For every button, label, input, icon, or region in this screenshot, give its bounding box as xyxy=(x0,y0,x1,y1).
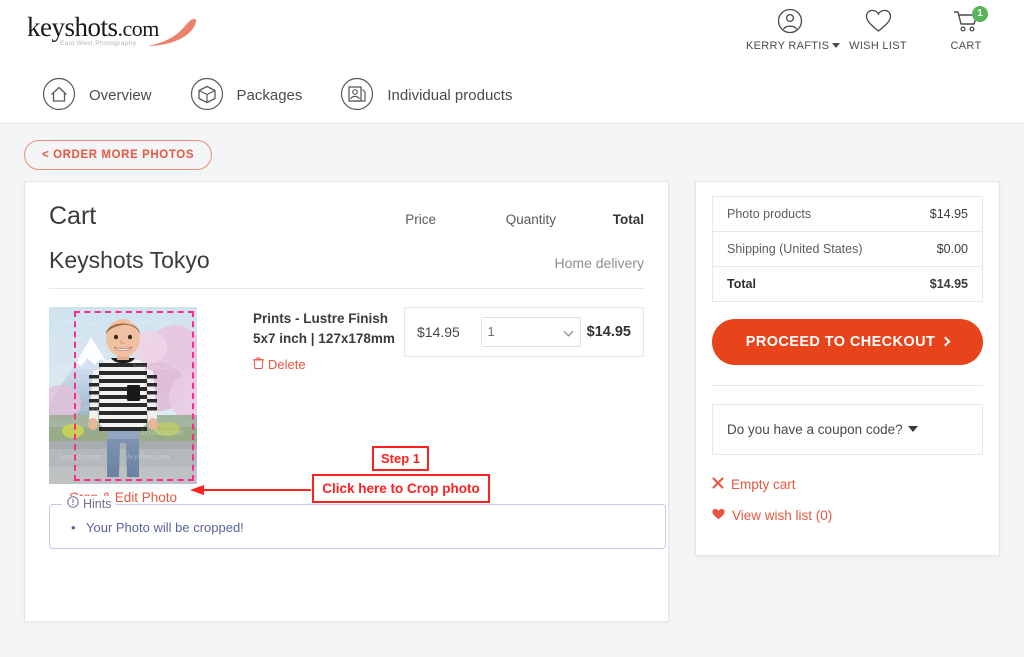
order-more-photos-button[interactable]: < ORDER MORE PHOTOS xyxy=(24,140,213,170)
item-photo-wrap: keyshots.com keyshots.com keyshots.com k… xyxy=(49,307,197,505)
summary-value: $14.95 xyxy=(929,277,968,291)
summary-value: $0.00 xyxy=(936,242,968,256)
line-total: $14.95 xyxy=(586,324,631,340)
svg-text:keyshots.com: keyshots.com xyxy=(127,452,170,461)
quantity-select[interactable]: 1 xyxy=(480,317,581,347)
column-header-quantity: Quantity xyxy=(505,212,556,227)
shopping-cart-icon xyxy=(922,8,1010,36)
photo-stack-icon xyxy=(340,77,374,114)
empty-cart-link[interactable]: Empty cart xyxy=(712,477,983,492)
column-header-price: Price xyxy=(405,212,436,227)
annotation-step-label: Step 1 xyxy=(372,446,429,471)
account-menu[interactable]: KERRY RAFTIS xyxy=(746,8,841,52)
info-circle-icon xyxy=(67,496,79,511)
site-header: keyshots.com East West Photography KERRY… xyxy=(0,0,1024,68)
nav-item-overview[interactable]: Overview xyxy=(42,77,152,114)
delivery-method: Home delivery xyxy=(554,255,644,271)
cart-header-row: Cart Price Quantity Total xyxy=(49,202,644,235)
view-wish-list-label: View wish list (0) xyxy=(732,508,833,523)
cart-count-badge: 1 xyxy=(972,6,988,22)
box-icon xyxy=(190,77,224,114)
checkout-label: PROCEED TO CHECKOUT xyxy=(745,334,936,350)
heart-filled-icon xyxy=(712,508,725,523)
user-circle-icon xyxy=(746,8,834,36)
home-icon xyxy=(42,77,76,114)
item-photo[interactable]: keyshots.com keyshots.com keyshots.com k… xyxy=(49,307,197,484)
x-mark-icon xyxy=(712,477,724,492)
logo-swoosh-icon xyxy=(148,18,197,46)
svg-text:keyshots.com: keyshots.com xyxy=(55,362,98,371)
chevron-right-icon xyxy=(940,336,951,347)
annotation-instruction-label: Click here to Crop photo xyxy=(312,474,490,503)
account-label: KERRY RAFTIS xyxy=(746,40,841,52)
hints-item: Your Photo will be cropped! xyxy=(64,520,651,535)
svg-text:keyshots.com: keyshots.com xyxy=(129,318,172,327)
nav-label-packages: Packages xyxy=(236,87,303,104)
summary-row-photo-products: Photo products $14.95 xyxy=(713,197,982,232)
delete-item-button[interactable]: Delete xyxy=(253,357,396,372)
wishlist-label: WISH LIST xyxy=(849,40,907,52)
svg-text:keyshots.com: keyshots.com xyxy=(59,452,102,461)
cart-label: CART xyxy=(950,40,982,52)
summary-label: Photo products xyxy=(727,207,812,221)
page-title: Cart xyxy=(49,202,97,230)
svg-text:keyshots.com: keyshots.com xyxy=(55,318,98,327)
cart-item-row: keyshots.com keyshots.com keyshots.com k… xyxy=(49,289,644,505)
view-wish-list-link[interactable]: View wish list (0) xyxy=(712,508,983,523)
svg-text:keyshots.com: keyshots.com xyxy=(71,404,114,413)
event-row: Keyshots Tokyo Home delivery xyxy=(49,235,644,289)
site-logo[interactable]: keyshots.com East West Photography xyxy=(27,14,197,56)
wishlist-link[interactable]: WISH LIST xyxy=(834,8,922,52)
page-content: Cart Price Quantity Total Keyshots Tokyo… xyxy=(24,181,1000,622)
summary-row-total: Total $14.95 xyxy=(713,267,982,301)
main-navigation: Overview Packages Individual products xyxy=(0,68,1024,124)
logo-tagline: East West Photography xyxy=(60,40,137,47)
delete-item-label: Delete xyxy=(268,357,306,373)
hints-panel: Hints Your Photo will be cropped! xyxy=(49,496,666,549)
coupon-code-toggle[interactable]: Do you have a coupon code? xyxy=(712,404,983,455)
header-actions: KERRY RAFTIS WISH LIST 1 CART xyxy=(746,6,1010,52)
sidebar-divider xyxy=(712,385,983,386)
portrait-photo-graphic: keyshots.com keyshots.com keyshots.com k… xyxy=(49,307,197,484)
product-title-line2: 5x7 inch | 127x178mm xyxy=(253,330,395,346)
price-quantity-box: $14.95 1 $14.95 xyxy=(404,307,644,357)
svg-text:keyshots.com: keyshots.com xyxy=(133,362,176,371)
hints-legend: Hints xyxy=(62,496,117,511)
coupon-label: Do you have a coupon code? xyxy=(727,422,903,437)
annotation-left-arrow-icon xyxy=(190,485,311,495)
summary-table: Photo products $14.95 Shipping (United S… xyxy=(712,196,983,302)
cart-card: Cart Price Quantity Total Keyshots Tokyo… xyxy=(24,181,669,622)
nav-label-overview: Overview xyxy=(89,87,152,104)
summary-value: $14.95 xyxy=(929,207,968,221)
proceed-to-checkout-button[interactable]: PROCEED TO CHECKOUT xyxy=(712,319,983,365)
column-header-total: Total xyxy=(612,212,644,227)
nav-label-individual-products: Individual products xyxy=(387,87,513,104)
trash-icon xyxy=(253,357,264,372)
empty-cart-label: Empty cart xyxy=(731,477,796,492)
heart-outline-icon xyxy=(834,8,922,36)
product-title-line1: Prints - Lustre Finish xyxy=(253,311,389,326)
svg-text:keyshots.com: keyshots.com xyxy=(141,428,184,437)
event-name: Keyshots Tokyo xyxy=(49,247,210,273)
unit-price: $14.95 xyxy=(417,324,460,340)
cart-link[interactable]: 1 CART xyxy=(922,6,1010,52)
nav-item-individual-products[interactable]: Individual products xyxy=(340,77,512,114)
summary-label: Total xyxy=(727,277,756,291)
quantity-select-wrap: 1 xyxy=(480,317,581,347)
summary-label: Shipping (United States) xyxy=(727,242,863,256)
hints-legend-label: Hints xyxy=(83,496,112,511)
nav-item-packages[interactable]: Packages xyxy=(190,77,303,114)
chevron-down-icon xyxy=(907,426,918,432)
summary-row-shipping: Shipping (United States) $0.00 xyxy=(713,232,982,267)
order-summary-sidebar: Photo products $14.95 Shipping (United S… xyxy=(695,181,1000,556)
